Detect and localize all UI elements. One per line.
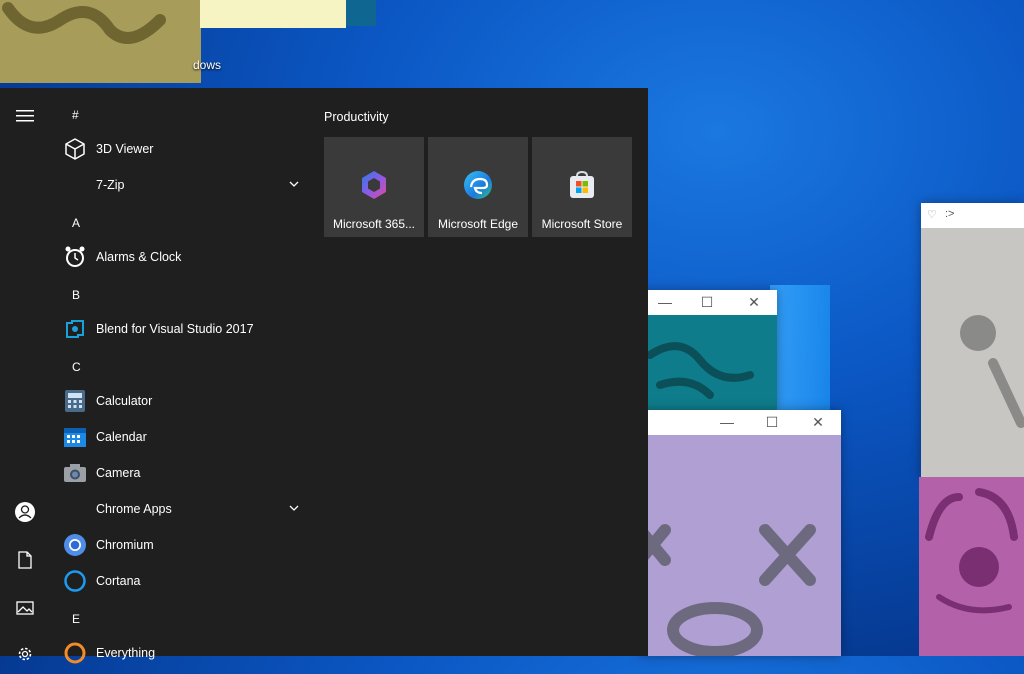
settings-button[interactable] xyxy=(0,634,50,674)
app-item-blend[interactable]: Blend for Visual Studio 2017 xyxy=(50,311,312,347)
app-name: Everything xyxy=(96,646,156,660)
calendar-icon xyxy=(63,425,87,449)
start-menu: # 3D Viewer 7-Zip A Alarms & Clock B Ble… xyxy=(0,88,648,664)
letter-header-hash[interactable]: # xyxy=(72,108,79,122)
app-name: Chromium xyxy=(96,538,154,552)
hamburger-icon xyxy=(16,110,34,122)
app-name: Cortana xyxy=(96,574,141,588)
gear-icon xyxy=(18,647,32,661)
letter-header-c[interactable]: C xyxy=(72,360,81,374)
close-icon[interactable]: ✕ xyxy=(739,290,769,315)
sketch-canvas xyxy=(921,228,1024,477)
sketch-canvas xyxy=(640,435,841,656)
letter-header-a[interactable]: A xyxy=(72,216,80,230)
tile-group-title[interactable]: Productivity xyxy=(324,110,389,124)
sketch-drawing xyxy=(646,342,754,399)
close-icon[interactable]: ✕ xyxy=(803,410,833,435)
app-item-3d-viewer[interactable]: 3D Viewer xyxy=(50,131,312,167)
camera-icon xyxy=(63,461,87,485)
windows-logo-pane xyxy=(770,285,830,425)
app-list: # 3D Viewer 7-Zip A Alarms & Clock B Ble… xyxy=(50,88,312,664)
document-icon xyxy=(18,551,32,569)
app-folder-7zip[interactable]: 7-Zip xyxy=(50,167,312,203)
app-name: Blend for Visual Studio 2017 xyxy=(96,322,254,336)
user-account-button[interactable] xyxy=(0,492,50,532)
title-bar[interactable]: ♡ :> xyxy=(921,203,1024,228)
sketch-drawing xyxy=(2,2,166,44)
app-name: Calculator xyxy=(96,394,153,408)
window-edge-teal xyxy=(346,0,376,26)
blend-icon xyxy=(63,317,87,341)
documents-button[interactable] xyxy=(0,540,50,580)
app-item-alarms-clock[interactable]: Alarms & Clock xyxy=(50,239,312,275)
app-folder-chrome-apps[interactable]: Chrome Apps xyxy=(50,491,312,527)
desktop-icon-label[interactable]: dows xyxy=(193,58,221,72)
app-item-camera[interactable]: Camera xyxy=(50,455,312,491)
start-rail xyxy=(0,88,50,661)
everything-icon xyxy=(63,641,87,665)
app-name: Calendar xyxy=(96,430,147,444)
letter-header-b[interactable]: B xyxy=(72,288,80,302)
sketch-window-pink[interactable] xyxy=(919,477,1024,656)
sticky-sketch-olive xyxy=(0,0,201,83)
app-name: 3D Viewer xyxy=(96,142,154,156)
letter-header-e[interactable]: E xyxy=(72,612,80,626)
pictures-button[interactable] xyxy=(0,588,50,628)
sketch-window-gray[interactable]: ♡ :> xyxy=(921,203,1024,477)
cortana-icon xyxy=(63,569,87,593)
sketch-drawing xyxy=(640,524,816,656)
title-bar[interactable]: — ☐ ✕ xyxy=(640,290,777,315)
app-name: Chrome Apps xyxy=(96,502,172,516)
minimize-icon[interactable]: — xyxy=(650,290,680,315)
app-name: Camera xyxy=(96,466,141,480)
app-item-cortana[interactable]: Cortana xyxy=(50,563,312,599)
calculator-icon xyxy=(63,389,87,413)
app-item-calendar[interactable]: Calendar xyxy=(50,419,312,455)
app-item-chromium[interactable]: Chromium xyxy=(50,527,312,563)
heart-icon: ♡ xyxy=(927,209,937,221)
window-title: :> xyxy=(945,208,955,220)
microsoft-365-icon xyxy=(362,171,386,199)
store-icon xyxy=(570,170,594,198)
app-item-everything[interactable]: Everything xyxy=(50,635,312,671)
user-icon xyxy=(15,502,35,522)
alarm-clock-icon xyxy=(63,245,87,269)
pictures-icon xyxy=(16,601,34,615)
minimize-icon[interactable]: — xyxy=(712,410,742,435)
chromium-icon xyxy=(63,533,87,557)
sketch-drawing xyxy=(925,488,1018,614)
cube-icon xyxy=(63,137,87,161)
sketch-window-teal[interactable]: — ☐ ✕ xyxy=(640,290,777,410)
tile-microsoft-store[interactable]: Microsoft Store xyxy=(532,137,632,237)
tile-label: Microsoft Edge xyxy=(437,217,519,231)
app-item-calculator[interactable]: Calculator xyxy=(50,383,312,419)
sketch-canvas xyxy=(640,315,777,410)
tile-label: Microsoft Store xyxy=(541,217,623,231)
chevron-down-icon xyxy=(289,505,299,511)
expand-menu-button[interactable] xyxy=(0,96,50,136)
tile-microsoft-365[interactable]: Microsoft 365... xyxy=(324,137,424,237)
maximize-icon[interactable]: ☐ xyxy=(692,290,722,315)
sticky-note-yellow xyxy=(200,0,346,28)
sketch-drawing xyxy=(960,315,1024,428)
app-name: 7-Zip xyxy=(96,178,125,192)
app-name: Alarms & Clock xyxy=(96,250,182,264)
maximize-icon[interactable]: ☐ xyxy=(757,410,787,435)
tile-microsoft-edge[interactable]: Microsoft Edge xyxy=(428,137,528,237)
title-bar[interactable]: — ☐ ✕ xyxy=(640,410,841,435)
edge-icon xyxy=(464,171,492,199)
tile-label: Microsoft 365... xyxy=(332,217,416,231)
sketch-window-purple[interactable]: — ☐ ✕ xyxy=(640,410,841,656)
chevron-down-icon xyxy=(289,181,299,187)
